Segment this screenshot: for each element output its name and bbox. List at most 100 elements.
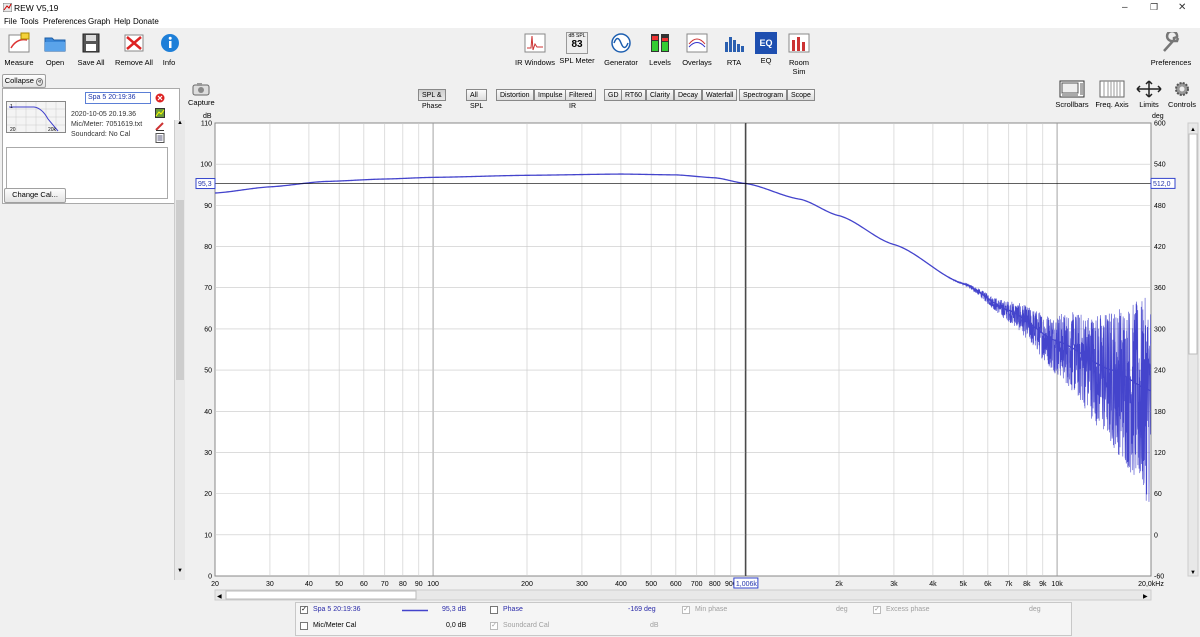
save-all-label: Save All: [77, 58, 105, 67]
menu-bar: File Tools Preferences Graph Help Donate: [0, 16, 1200, 28]
tab-scope[interactable]: Scope: [787, 89, 815, 101]
legend-panel: ✓ Spa 5 20:19:36 95,3 dB Phase -169 deg …: [295, 602, 1072, 636]
tab-all-spl[interactable]: All SPL: [466, 89, 488, 110]
min-phase-checkbox: ✓: [682, 606, 690, 614]
tab-clarity[interactable]: Clarity: [646, 89, 674, 101]
open-button[interactable]: Open: [40, 32, 70, 67]
rta-icon: [725, 37, 744, 52]
save-all-button[interactable]: Save All: [76, 32, 106, 67]
spl-meter-button[interactable]: dB SPL 83 SPL Meter: [558, 32, 596, 65]
freq-axis-button[interactable]: Freq. Axis: [1094, 80, 1130, 109]
minimize-button[interactable]: –: [1122, 2, 1128, 13]
tab-distortion[interactable]: Distortion: [496, 89, 534, 101]
close-window-button[interactable]: ✕: [1178, 2, 1186, 13]
menu-help[interactable]: Help: [114, 17, 130, 26]
measure-button[interactable]: Measure: [4, 32, 34, 67]
tab-spl-phase[interactable]: SPL & Phase: [418, 89, 446, 110]
plot-area[interactable]: [214, 122, 1152, 577]
mic-cal-checkbox[interactable]: [300, 622, 308, 630]
ir-windows-label: IR Windows: [514, 58, 555, 67]
tab-waterfall[interactable]: Waterfall: [702, 89, 738, 101]
measurement-name-field[interactable]: Spa 5 20:19:36: [85, 92, 151, 104]
menu-file[interactable]: File: [4, 17, 17, 26]
h-scroll-left-icon[interactable]: ◀: [217, 594, 222, 600]
spl-meter-icon: dB SPL 83: [566, 32, 588, 54]
legend-trace-name: Spa 5 20:19:36: [313, 606, 361, 613]
app-icon: [3, 3, 12, 12]
measurement-soundcard: Soundcard: No Cal: [71, 131, 131, 138]
spl-phase-graph[interactable]: 20 30 40 50 60 70 80 90 100 200 300 400 500 600 700 800…: [186, 108, 1200, 602]
room-sim-label: Room Sim: [788, 58, 809, 76]
trace-checkbox[interactable]: ✓: [300, 606, 308, 614]
x-tick-label: 700: [691, 581, 703, 588]
notes-icon[interactable]: [155, 133, 165, 143]
edit-pencil-icon[interactable]: [155, 121, 165, 131]
tab-impulse[interactable]: Impulse: [534, 89, 567, 101]
y-tick-label: 0: [208, 574, 212, 581]
menu-graph[interactable]: Graph: [88, 17, 110, 26]
generator-button[interactable]: Generator: [602, 32, 640, 67]
overlays-button[interactable]: Overlays: [680, 32, 714, 67]
y-tick-label-right: 360: [1154, 285, 1166, 292]
cursor-phase-value: 512,0: [1153, 181, 1171, 188]
menu-donate[interactable]: Donate: [133, 17, 159, 26]
panel-scrollbar[interactable]: ▲ ▼: [174, 120, 185, 580]
v-scroll-down-icon[interactable]: ▼: [1190, 570, 1196, 576]
menu-preferences[interactable]: Preferences: [43, 17, 86, 26]
y-tick-label: 90: [204, 203, 212, 210]
remove-all-button[interactable]: Remove All: [114, 32, 154, 67]
cursor-freq-readout: 1,006k: [733, 577, 759, 589]
tab-rt60[interactable]: RT60: [621, 89, 646, 101]
remove-measurement-icon[interactable]: [155, 93, 165, 103]
x-tick-label: 10k: [1051, 581, 1063, 588]
x-tick-label: 50: [335, 581, 343, 588]
tab-spectrogram[interactable]: Spectrogram: [739, 89, 788, 101]
x-tick-label: 40: [305, 581, 313, 588]
menu-tools[interactable]: Tools: [20, 17, 39, 26]
scrollbars-button[interactable]: Scrollbars: [1054, 80, 1090, 109]
eq-button[interactable]: EQ EQ: [754, 32, 778, 65]
remove-all-label: Remove All: [115, 58, 153, 67]
room-sim-button[interactable]: Room Sim: [782, 32, 816, 76]
capture-button[interactable]: Capture: [188, 82, 215, 107]
cursor-y-readout: 95,3: [195, 178, 216, 190]
rta-button[interactable]: RTA: [722, 32, 746, 67]
controls-button[interactable]: Controls: [1166, 80, 1198, 109]
tab-gd[interactable]: GD: [604, 89, 623, 101]
preferences-button[interactable]: Preferences: [1148, 29, 1194, 67]
collapse-button[interactable]: Collapse «: [2, 74, 46, 88]
overlays-icon: [686, 33, 708, 53]
measurement-thumbnail: 1 20 20k: [6, 101, 66, 133]
y-tick-label: 50: [204, 368, 212, 375]
x-tick-label: 3k: [890, 581, 898, 588]
x-tick-label: 100: [427, 581, 439, 588]
panel-scroll-down-icon[interactable]: ▼: [175, 568, 185, 578]
tab-decay[interactable]: Decay: [674, 89, 702, 101]
x-tick-label: 2k: [835, 581, 843, 588]
graph-h-scroll-thumb[interactable]: [225, 590, 417, 600]
levels-button[interactable]: Levels: [646, 32, 674, 67]
change-cal-button[interactable]: Change Cal...: [4, 188, 66, 203]
phase-checkbox[interactable]: [490, 606, 498, 614]
limits-button[interactable]: Limits: [1134, 80, 1164, 109]
info-button[interactable]: Info: [158, 32, 180, 67]
tab-filtered-ir[interactable]: Filtered IR: [565, 89, 597, 110]
eq-badge: EQ: [759, 38, 773, 48]
panel-scroll-up-icon[interactable]: ▲: [175, 120, 185, 130]
graph-v-scroll-thumb[interactable]: [1188, 133, 1198, 355]
h-scroll-right-icon[interactable]: ▶: [1143, 594, 1148, 600]
maximize-button[interactable]: ❐: [1150, 2, 1158, 13]
legend-phase-label: Phase: [503, 606, 523, 613]
thumbnail-label-top: 1: [10, 104, 13, 110]
x-tick-label: 8k: [1023, 581, 1031, 588]
legend-mic-cal-value: 0,0 dB: [446, 622, 467, 629]
v-scroll-up-icon[interactable]: ▲: [1190, 127, 1196, 133]
cursor-phase-readout: 512,0: [1150, 177, 1176, 189]
y-tick-label-right: 480: [1154, 203, 1166, 210]
preferences-label: Preferences: [1150, 58, 1192, 67]
edit-picture-icon[interactable]: [155, 108, 165, 118]
ir-windows-button[interactable]: IR Windows: [514, 32, 556, 67]
measurement-panel: Collapse « Spa 5 20:19:36 1 20 20k 2020-…: [0, 74, 186, 580]
x-tick-label: 4k: [929, 581, 937, 588]
panel-scroll-thumb[interactable]: [176, 200, 184, 380]
